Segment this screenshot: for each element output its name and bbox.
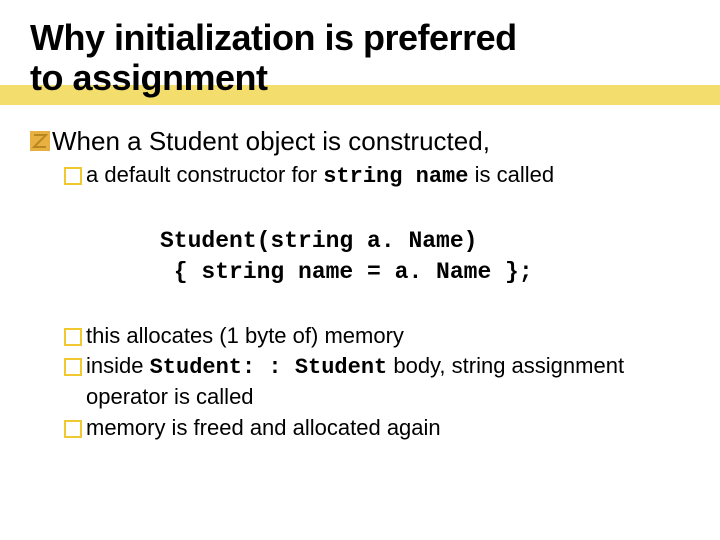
inline-code: string name	[323, 164, 468, 189]
y-bullet-icon	[64, 420, 82, 438]
title-block: Why initialization is preferred to assig…	[30, 18, 690, 99]
title-line-2: to assignment	[30, 57, 268, 98]
bullet-level2-3: inside Student: : Student body, string a…	[64, 352, 690, 411]
inline-code: Student: : Student	[150, 355, 388, 380]
bullet-text: When a Student object is constructed,	[52, 125, 490, 158]
z-bullet-icon	[30, 131, 50, 151]
code-block: Student(string a. Name) { string name = …	[160, 226, 690, 288]
code-line-1: Student(string a. Name)	[160, 228, 477, 254]
bullet-level2-4: memory is freed and allocated again	[64, 414, 690, 443]
slide: Why initialization is preferred to assig…	[0, 0, 720, 462]
slide-title: Why initialization is preferred to assig…	[30, 18, 690, 99]
bullet-text: a default constructor for string name is…	[86, 161, 690, 192]
bottom-bullets: this allocates (1 byte of) memory inside…	[30, 322, 690, 442]
bullet-text: memory is freed and allocated again	[86, 414, 690, 443]
text-pre: inside	[86, 353, 150, 378]
bullet-level2-1: a default constructor for string name is…	[64, 161, 690, 192]
text-post: is called	[468, 162, 554, 187]
y-bullet-icon	[64, 358, 82, 376]
y-bullet-icon	[64, 328, 82, 346]
code-line-2: { string name = a. Name };	[160, 259, 533, 285]
title-line-1: Why initialization is preferred	[30, 17, 517, 58]
text-pre: a default constructor for	[86, 162, 323, 187]
bullet-text: this allocates (1 byte of) memory	[86, 322, 690, 351]
bullet-level1-1: When a Student object is constructed,	[30, 125, 690, 158]
y-bullet-icon	[64, 167, 82, 185]
bullet-level2-2: this allocates (1 byte of) memory	[64, 322, 690, 351]
bullet-text: inside Student: : Student body, string a…	[86, 352, 690, 411]
